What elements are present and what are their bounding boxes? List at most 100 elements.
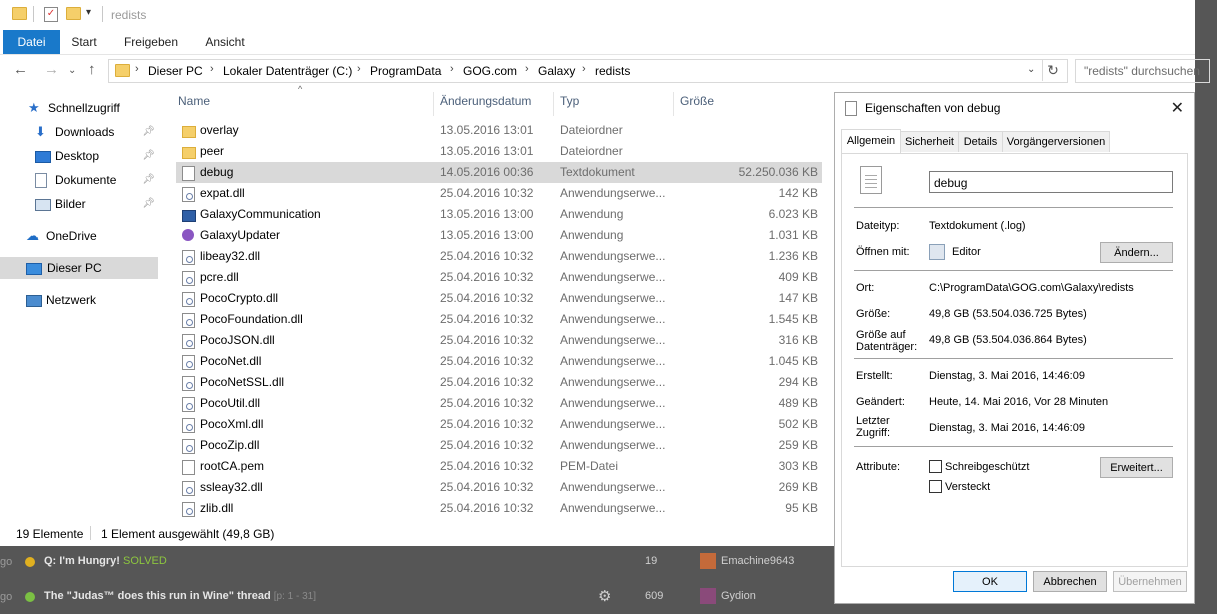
tab-allgemein[interactable]: Allgemein [841,129,901,153]
chevron-right-icon[interactable]: › [135,63,139,75]
pin-icon[interactable]: 📌︎ [142,193,155,215]
file-row[interactable]: PocoXml.dll 25.04.2016 10:32 Anwendungserw… [176,414,822,435]
ribbon-tabs: Datei Start Freigeben Ansicht [0,30,1195,55]
chevron-right-icon[interactable]: › [582,63,586,75]
recent-locations-chevron-icon[interactable]: ⌄ [68,62,76,80]
column-divider[interactable] [433,92,434,116]
gear-icon[interactable]: ⚙ [598,587,611,605]
tab-ansicht[interactable]: Ansicht [196,30,254,54]
column-header-size[interactable]: Größe [680,94,714,110]
file-type: Anwendungserwe... [560,438,666,452]
tab-sicherheit[interactable]: Sicherheit [900,131,959,152]
sidebar-item-schnellzugriff[interactable]: ★ Schnellzugriff [28,97,158,119]
up-arrow-icon[interactable]: ↑ [88,61,96,79]
file-row[interactable]: PocoUtil.dll 25.04.2016 10:32 Anwendungser… [176,393,822,414]
breadcrumb-redists[interactable]: redists [595,64,630,78]
file-type: Anwendungserwe... [560,333,666,347]
chevron-right-icon[interactable]: › [450,63,454,75]
dialog-title-bar: Eigenschaften von debug ✕ [835,93,1194,123]
sidebar-item-dokumente[interactable]: Dokumente 📌︎ [35,169,155,191]
file-row[interactable]: PocoFoundation.dll 25.04.2016 10:32 Anwend… [176,309,822,330]
file-row[interactable]: PocoZip.dll 25.04.2016 10:32 Anwendungserw… [176,435,822,456]
file-row[interactable]: PocoNetSSL.dll 25.04.2016 10:32 Anwendungs… [176,372,822,393]
search-input[interactable]: "redists" durchsuchen [1075,59,1210,83]
tab-start[interactable]: Start [62,30,106,54]
breadcrumb-drive[interactable]: Lokaler Datenträger (C:) [223,64,352,78]
file-type: Dateiordner [560,123,623,137]
file-row[interactable]: rootCA.pem 25.04.2016 10:32 PEM-Datei 303 K… [176,456,822,477]
pin-icon[interactable]: 📌︎ [142,145,155,167]
breadcrumb-dieser-pc[interactable]: Dieser PC [148,64,203,78]
username[interactable]: Gydion [721,590,756,602]
customize-toolbar-chevron-icon[interactable]: ▾ [86,7,91,18]
breadcrumb-galaxy[interactable]: Galaxy [538,64,575,78]
file-row[interactable]: pcre.dll 25.04.2016 10:32 Anwendungserwe..… [176,267,822,288]
forum-thread-row[interactable]: go The "Judas™ does this run in Wine" th… [0,580,835,614]
file-date: 25.04.2016 10:32 [440,312,534,326]
cancel-button[interactable]: Abbrechen [1033,571,1107,592]
column-header-name[interactable]: Name [178,94,210,110]
apply-button[interactable]: Übernehmen [1113,571,1187,592]
back-arrow-icon[interactable]: ← [13,61,28,79]
file-row[interactable]: expat.dll 25.04.2016 10:32 Anwendungserwe.… [176,183,822,204]
file-type: Anwendungserwe... [560,270,666,284]
readonly-checkbox[interactable] [929,460,942,473]
file-row[interactable]: PocoCrypto.dll 25.04.2016 10:32 Anwendungs… [176,288,822,309]
forum-thread-row[interactable]: go Q: I'm Hungry! SOLVED 19 Emachine9643 [0,545,835,579]
file-row[interactable]: libeay32.dll 25.04.2016 10:32 Anwendungser… [176,246,822,267]
sidebar-item-label: OneDrive [46,229,97,243]
pin-icon[interactable]: 📌︎ [142,121,155,143]
hidden-label: Versteckt [945,481,991,493]
address-bar[interactable]: › Dieser PC › Lokaler Datenträger (C:) ›… [108,59,1068,83]
sidebar-item-bilder[interactable]: Bilder 📌︎ [35,193,155,215]
file-row[interactable]: PocoJSON.dll 25.04.2016 10:32 Anwendungser… [176,330,822,351]
chevron-right-icon[interactable]: › [210,63,214,75]
column-divider[interactable] [673,92,674,116]
ok-button[interactable]: OK [953,571,1027,592]
openwith-label: Öffnen mit: [856,246,910,258]
thread-title[interactable]: The "Judas™ does this run in Wine" threa… [44,590,316,602]
sidebar-item-downloads[interactable]: ⬇ Downloads 📌︎ [35,121,155,143]
sidebar-item-netzwerk[interactable]: Netzwerk [26,289,156,311]
column-divider[interactable] [553,92,554,116]
address-history-chevron-icon[interactable]: ⌄ [1027,64,1035,75]
username[interactable]: Emachine9643 [721,555,794,567]
file-row[interactable]: PocoNet.dll 25.04.2016 10:32 Anwendungserw… [176,351,822,372]
refresh-icon[interactable]: ↻ [1042,59,1063,81]
thread-pages[interactable]: [p: 1 - 31] [274,591,316,602]
folder-icon [182,126,196,138]
sidebar-item-onedrive[interactable]: ☁ OneDrive [26,225,156,247]
file-row[interactable]: ssleay32.dll 25.04.2016 10:32 Anwendungser… [176,477,822,498]
file-row[interactable]: GalaxyCommunication 13.05.2016 13:00 Anwen… [176,204,822,225]
chevron-right-icon[interactable]: › [525,63,529,75]
thread-title[interactable]: Q: I'm Hungry! SOLVED [44,555,167,567]
file-row[interactable]: GalaxyUpdater 13.05.2016 13:00 Anwendung 1.… [176,225,822,246]
new-folder-icon[interactable] [66,7,81,20]
hidden-checkbox[interactable] [929,480,942,493]
sidebar-item-label: Schnellzugriff [48,101,120,115]
file-row[interactable]: peer 13.05.2016 13:01 Dateiordner [176,141,822,162]
filename-field[interactable]: debug [929,171,1173,193]
sidebar-item-dieser-pc[interactable]: Dieser PC [0,257,158,279]
advanced-button[interactable]: Erweitert... [1100,457,1173,478]
file-row[interactable]: zlib.dll 25.04.2016 10:32 Anwendungserwe..… [176,498,822,519]
file-name: libeay32.dll [200,249,261,263]
tab-datei[interactable]: Datei [3,30,60,54]
forward-arrow-icon[interactable]: → [44,61,59,79]
sidebar-item-desktop[interactable]: Desktop 📌︎ [35,145,155,167]
change-button[interactable]: Ändern... [1100,242,1173,263]
tab-details[interactable]: Details [958,131,1003,152]
column-header-type[interactable]: Typ [560,94,579,110]
tab-vorgaengerversionen[interactable]: Vorgängerversionen [1002,131,1110,152]
close-icon[interactable]: ✕ [1171,98,1184,118]
breadcrumb-gog[interactable]: GOG.com [463,64,517,78]
tab-freigeben[interactable]: Freigeben [118,30,184,54]
pin-icon[interactable]: 📌︎ [142,169,155,191]
file-row[interactable]: debug 14.05.2016 00:36 Textdokument 52.250.… [176,162,822,183]
properties-icon[interactable]: ✓ [44,7,58,22]
avatar [700,588,716,604]
column-header-date[interactable]: Änderungsdatum [440,94,531,110]
file-row[interactable]: overlay 13.05.2016 13:01 Dateiordner [176,120,822,141]
breadcrumb-programdata[interactable]: ProgramData [370,64,441,78]
chevron-right-icon[interactable]: › [357,63,361,75]
